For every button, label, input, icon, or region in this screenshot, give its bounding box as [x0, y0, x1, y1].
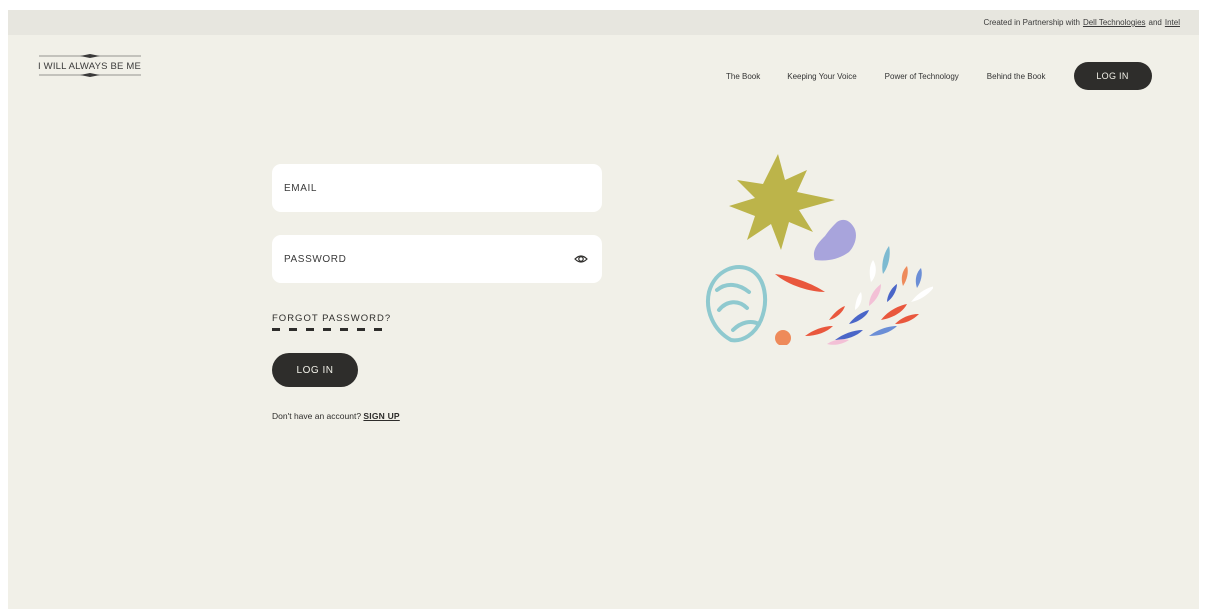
decorative-illustration [706, 154, 933, 345]
splash-drops [805, 246, 933, 345]
email-field[interactable]: EMAIL [272, 164, 602, 212]
partnership-bar: Created in Partnership with Dell Technol… [8, 10, 1199, 35]
signup-row: Don't have an account? SIGN UP [272, 411, 400, 421]
no-account-text: Don't have an account? [272, 411, 362, 421]
forgot-password-underline [272, 328, 390, 331]
main-nav: The Book Keeping Your Voice Power of Tec… [726, 62, 1152, 90]
intel-link[interactable]: Intel [1165, 18, 1180, 27]
partnership-text: Created in Partnership with [983, 18, 1080, 27]
page: Created in Partnership with Dell Technol… [8, 10, 1199, 609]
nav-keeping-your-voice[interactable]: Keeping Your Voice [787, 72, 856, 81]
red-leaf-shape [775, 274, 825, 292]
nav-behind-the-book[interactable]: Behind the Book [987, 72, 1046, 81]
signup-link[interactable]: SIGN UP [363, 411, 399, 421]
email-placeholder: EMAIL [284, 182, 318, 194]
coral-shape [706, 264, 768, 343]
login-button[interactable]: LOG IN [272, 353, 358, 387]
eye-icon[interactable] [574, 253, 588, 265]
and-text: and [1148, 18, 1162, 27]
starburst-shape [729, 154, 835, 250]
forgot-password-link[interactable]: FORGOT PASSWORD? [272, 313, 391, 324]
dell-link[interactable]: Dell Technologies [1083, 18, 1146, 27]
orange-dot-shape [775, 330, 791, 345]
lavender-scallop-shape [813, 219, 856, 261]
site-logo[interactable]: I WILL ALWAYS BE ME [38, 51, 142, 79]
password-placeholder: PASSWORD [284, 253, 347, 265]
password-field[interactable]: PASSWORD [272, 235, 602, 283]
nav-the-book[interactable]: The Book [726, 72, 760, 81]
logo-text: I WILL ALWAYS BE ME [38, 61, 142, 72]
header-login-button[interactable]: LOG IN [1073, 62, 1152, 90]
nav-power-of-technology[interactable]: Power of Technology [885, 72, 959, 81]
